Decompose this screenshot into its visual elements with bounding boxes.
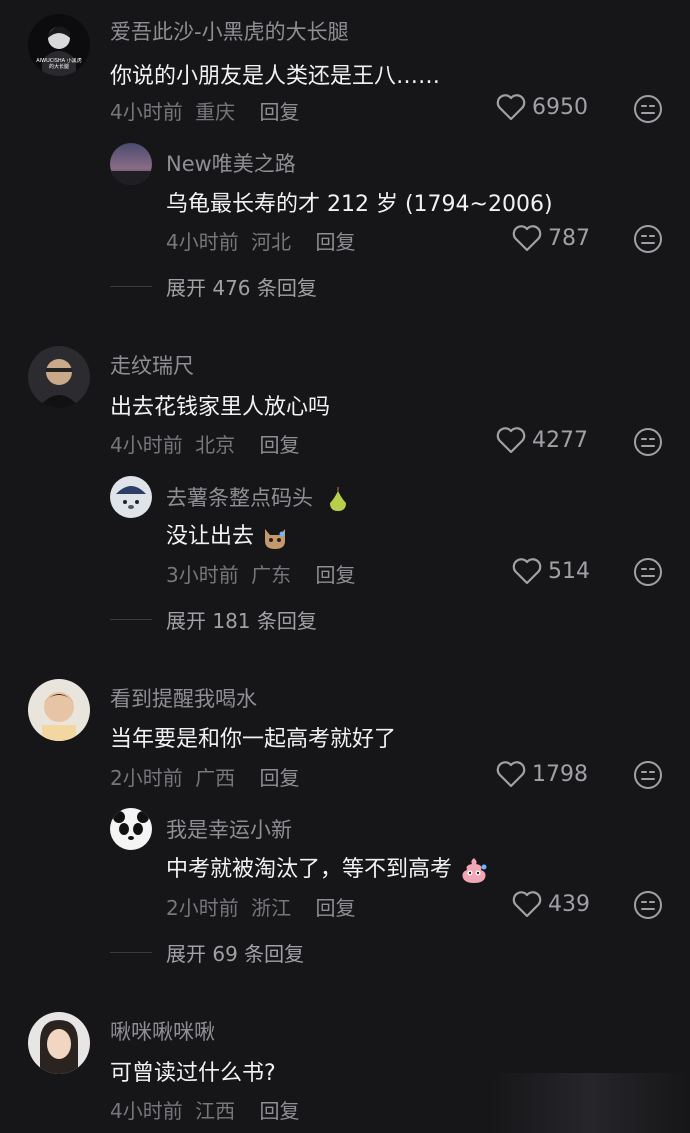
reply-button[interactable]: 回复 — [315, 230, 355, 254]
divider — [110, 286, 152, 287]
expand-label: 展开 476 条回复 — [166, 276, 317, 300]
like-button[interactable]: 787 — [512, 224, 590, 252]
heart-outline-icon — [512, 225, 542, 252]
heart-outline-icon — [496, 427, 526, 454]
comment-location: 江西 — [195, 1099, 236, 1123]
heart-outline-icon — [496, 94, 526, 121]
reply-location: 河北 — [251, 230, 292, 254]
reply-meta: 3小时前 广东 回复 — [166, 559, 355, 588]
neutral-face-icon[interactable] — [633, 890, 663, 920]
like-count: 1798 — [532, 761, 588, 787]
reply-location: 广东 — [251, 563, 292, 587]
reply-button[interactable]: 回复 — [259, 433, 299, 457]
comment-username[interactable]: 爱吾此沙-小黑虎的大长腿 — [110, 16, 349, 46]
like-count: 514 — [548, 558, 590, 584]
comment-text: 当年要是和你一起高考就好了 — [110, 727, 397, 752]
comment-meta: 4小时前 重庆 回复 — [110, 96, 299, 125]
reply-meta: 4小时前 河北 回复 — [166, 226, 355, 255]
reply-text: 没让出去 — [166, 518, 289, 551]
reply-text-content: 没让出去 — [166, 524, 255, 549]
comment-time: 4小时前 — [110, 1099, 183, 1123]
reply-username[interactable]: 去薯条整点码头 — [166, 482, 352, 513]
avatar[interactable] — [110, 143, 152, 185]
like-count: 4277 — [532, 427, 588, 453]
watermark-overlay — [490, 1073, 690, 1133]
cat-face-emoji-icon — [265, 529, 286, 549]
avatar[interactable] — [110, 808, 152, 850]
comment-username[interactable]: 啾咪啾咪啾 — [110, 1016, 215, 1046]
comment-username[interactable]: 看到提醒我喝水 — [110, 683, 257, 713]
expand-label: 展开 181 条回复 — [166, 609, 317, 633]
reply-button[interactable]: 回复 — [315, 563, 355, 587]
pear-icon — [329, 487, 346, 511]
reply-time: 3小时前 — [166, 563, 239, 587]
like-count: 6950 — [532, 94, 588, 120]
reply-button[interactable]: 回复 — [259, 100, 299, 124]
neutral-face-icon[interactable] — [633, 427, 663, 457]
neutral-face-icon[interactable] — [633, 94, 663, 124]
comment-text: 你说的小朋友是人类还是王八…… — [110, 64, 441, 89]
neutral-face-icon[interactable] — [633, 224, 663, 254]
comment-text: 可曾读过什么书? — [110, 1061, 276, 1086]
comment-location: 重庆 — [195, 100, 236, 124]
reply-username[interactable]: 我是幸运小新 — [166, 814, 292, 844]
divider — [110, 619, 152, 620]
reply-button[interactable]: 回复 — [259, 1099, 299, 1123]
like-button[interactable]: 6950 — [496, 93, 588, 121]
reply-button[interactable]: 回复 — [259, 766, 299, 790]
reply-time: 2小时前 — [166, 896, 239, 920]
comment-time: 4小时前 — [110, 100, 183, 124]
reply-location: 浙江 — [251, 896, 292, 920]
expand-label: 展开 69 条回复 — [166, 942, 305, 966]
comment-time: 2小时前 — [110, 766, 183, 790]
avatar[interactable]: AIWUCISHA 小黑虎的大长腿 — [28, 14, 90, 76]
like-button[interactable]: 439 — [512, 890, 590, 918]
avatar-caption: AIWUCISHA 小黑虎的大长腿 — [36, 58, 82, 70]
neutral-face-icon[interactable] — [633, 557, 663, 587]
reply-text-content: 中考就被淘汰了，等不到高考 — [166, 857, 453, 882]
neutral-face-icon[interactable] — [633, 760, 663, 790]
reply-time: 4小时前 — [166, 230, 239, 254]
reply-text: 中考就被淘汰了，等不到高考 — [166, 851, 489, 884]
reply-text: 乌龟最长寿的才 212 岁 (1794~2006) — [166, 192, 553, 217]
expand-replies-button[interactable]: 展开 181 条回复 — [110, 605, 317, 634]
comment-location: 北京 — [195, 433, 236, 457]
avatar[interactable] — [28, 679, 90, 741]
divider — [110, 952, 152, 953]
heart-outline-icon — [496, 761, 526, 788]
heart-outline-icon — [512, 891, 542, 918]
heart-outline-icon — [512, 558, 542, 585]
reply-meta: 2小时前 浙江 回复 — [166, 892, 355, 921]
reply-username[interactable]: New唯美之路 — [166, 148, 296, 178]
comment-time: 4小时前 — [110, 433, 183, 457]
comment-meta: 2小时前 广西 回复 — [110, 762, 299, 791]
like-button[interactable]: 1798 — [496, 760, 588, 788]
expand-replies-button[interactable]: 展开 69 条回复 — [110, 938, 304, 967]
comment-meta: 4小时前 江西 回复 — [110, 1095, 299, 1124]
comment-location: 广西 — [195, 766, 236, 790]
like-count: 439 — [548, 891, 590, 917]
reply-username-text: 去薯条整点码头 — [166, 486, 313, 510]
poop-face-emoji-icon — [462, 858, 487, 883]
avatar[interactable] — [28, 346, 90, 408]
avatar[interactable] — [110, 476, 152, 518]
comment-text: 出去花钱家里人放心吗 — [110, 395, 331, 420]
reply-button[interactable]: 回复 — [315, 896, 355, 920]
like-button[interactable]: 514 — [512, 557, 590, 585]
avatar[interactable] — [28, 1012, 90, 1074]
comment-username[interactable]: 走纹瑞尺 — [110, 350, 194, 380]
expand-replies-button[interactable]: 展开 476 条回复 — [110, 272, 317, 301]
like-count: 787 — [548, 225, 590, 251]
comment-meta: 4小时前 北京 回复 — [110, 429, 299, 458]
like-button[interactable]: 4277 — [496, 426, 588, 454]
